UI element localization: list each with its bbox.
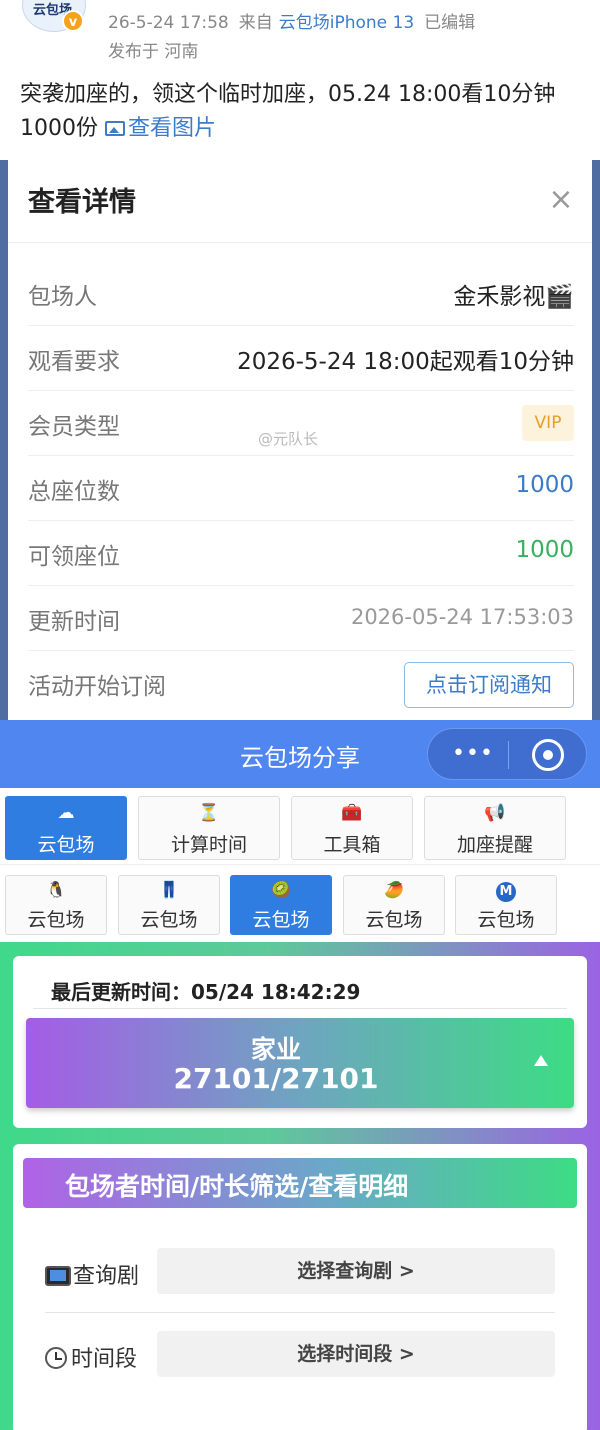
- tab-seat-reminder[interactable]: 📢 加座提醒: [424, 796, 566, 860]
- filter-divider: [45, 1312, 555, 1313]
- time-label-text: 时间段: [71, 1347, 138, 1372]
- post-datetime: 26-5-24 17:58: [108, 13, 229, 33]
- post-location: 发布于 河南: [108, 42, 199, 62]
- mini-app-bar: 云包场分享 •••: [0, 720, 600, 788]
- tab-label: 云包场: [27, 909, 85, 931]
- verified-badge-icon: v: [62, 10, 84, 32]
- modal-title: 查看详情: [28, 187, 136, 218]
- post-body-text: 突袭加座的，领这个临时加座，05.24 18:00看10分钟 1000份: [20, 82, 556, 141]
- kiwi-icon: 🥝: [271, 880, 291, 899]
- tab-label: 云包场: [477, 909, 535, 931]
- tab-calc-time[interactable]: ⏳ 计算时间: [138, 796, 280, 860]
- megaphone-icon: 📢: [484, 803, 506, 823]
- caret-up-icon[interactable]: [534, 1055, 548, 1066]
- clock-icon: [45, 1347, 67, 1369]
- stats-card: 最后更新时间：05/24 18:42:29 家业 27101/27101: [13, 956, 587, 1128]
- modal-backdrop-right: [592, 160, 600, 720]
- detail-label: 总座位数: [28, 479, 120, 505]
- select-time-button[interactable]: 选择时间段 >: [157, 1331, 555, 1377]
- detail-row-available-seats: 可领座位 1000: [28, 521, 574, 586]
- capsule-menu: •••: [427, 728, 587, 780]
- watermark: @元队长: [258, 430, 319, 448]
- select-drama-button[interactable]: 选择查询剧 >: [157, 1248, 555, 1294]
- tab-cloud[interactable]: ☁ 云包场: [5, 796, 127, 860]
- detail-row-organizer: 包场人 金禾影视🎬: [28, 261, 574, 326]
- filter-card: 包场者时间/时长筛选/查看明细 查询剧 选择查询剧 > 时间段 选择时间段 >: [13, 1144, 587, 1430]
- detail-label: 可领座位: [28, 544, 120, 570]
- last-updated-text: 最后更新时间：05/24 18:42:29: [51, 980, 361, 1004]
- vip-badge: VIP: [522, 405, 574, 441]
- detail-label: 更新时间: [28, 609, 120, 635]
- detail-label: 活动开始订阅: [28, 674, 166, 700]
- m-logo-text: M: [496, 882, 516, 902]
- time-filter-label: 时间段: [45, 1341, 137, 1373]
- view-image-link[interactable]: 查看图片: [105, 116, 216, 141]
- platform-tabs: 🐧 云包场 👖 云包场 🥝 云包场 🥭 云包场 M 云包场: [0, 864, 600, 942]
- detail-modal: 查看详情 × 包场人 金禾影视🎬 观看要求 2026-5-24 18:00起观看…: [8, 160, 592, 720]
- cloud-icon: ☁: [57, 803, 75, 823]
- detail-label: 包场人: [28, 284, 97, 310]
- platform-tab-kiwi[interactable]: 🥝 云包场: [230, 875, 332, 935]
- drama-label-text: 查询剧: [73, 1264, 140, 1289]
- updated-time-value: 2026-05-24 17:53:03: [350, 605, 574, 629]
- tab-label: 云包场: [252, 909, 310, 931]
- mango-icon: 🥭: [384, 880, 404, 899]
- post-source-device[interactable]: 云包场iPhone 13: [279, 13, 414, 33]
- jeans-icon: 👖: [159, 880, 179, 899]
- stat-summary-box[interactable]: 家业 27101/27101: [26, 1018, 574, 1108]
- requirement-value: 2026-5-24 18:00起观看10分钟: [237, 349, 574, 375]
- available-seats-value: 1000: [515, 537, 574, 563]
- tab-toolbox[interactable]: 🧰 工具箱: [291, 796, 413, 860]
- post-source-prefix: 来自: [238, 13, 273, 33]
- detail-label: 会员类型: [28, 414, 120, 440]
- more-icon[interactable]: •••: [452, 743, 494, 765]
- toolbox-icon: 🧰: [341, 803, 363, 823]
- post-meta: 26-5-24 17:58 来自 云包场iPhone 13 已编辑: [108, 8, 475, 33]
- view-image-label: 查看图片: [128, 116, 217, 141]
- detail-row-updated: 更新时间 2026-05-24 17:53:03: [28, 586, 574, 651]
- subscribe-button[interactable]: 点击订阅通知: [404, 662, 574, 708]
- post-edited: 已编辑: [424, 13, 476, 33]
- modal-divider: [8, 242, 592, 243]
- tab-label: 云包场: [365, 909, 423, 931]
- detail-row-requirement: 观看要求 2026-5-24 18:00起观看10分钟: [28, 326, 574, 391]
- main-tabs: ☁ 云包场 ⏳ 计算时间 🧰 工具箱 📢 加座提醒: [0, 788, 600, 864]
- tab-label: 工具箱: [323, 834, 381, 856]
- platform-tab-penguin[interactable]: 🐧 云包场: [5, 875, 107, 935]
- tv-icon: [45, 1266, 71, 1286]
- post-body: 突袭加座的，领这个临时加座，05.24 18:00看10分钟 1000份 查看图…: [20, 78, 590, 146]
- close-app-icon[interactable]: [532, 739, 564, 771]
- stat-count: 27101/27101: [173, 1062, 379, 1095]
- tab-label: 计算时间: [170, 834, 247, 856]
- penguin-icon: 🐧: [46, 880, 66, 899]
- stat-name: 家业: [250, 1035, 301, 1064]
- modal-backdrop-left: [0, 160, 8, 720]
- hourglass-icon: ⏳: [198, 803, 220, 823]
- drama-filter-label: 查询剧: [45, 1258, 139, 1290]
- detail-row-subscribe: 活动开始订阅 点击订阅通知: [28, 651, 574, 716]
- image-icon: [105, 121, 125, 136]
- m-logo-icon: M: [456, 881, 556, 902]
- tab-label: 云包场: [140, 909, 198, 931]
- tab-label: 加座提醒: [456, 834, 533, 856]
- filter-title: 包场者时间/时长筛选/查看明细: [65, 1172, 409, 1201]
- stats-divider: [33, 1008, 567, 1009]
- total-seats-value: 1000: [515, 472, 574, 498]
- filter-header: 包场者时间/时长筛选/查看明细: [23, 1158, 577, 1208]
- tab-label: 云包场: [37, 834, 95, 856]
- close-icon[interactable]: ×: [546, 185, 576, 216]
- capsule-divider: [508, 741, 509, 769]
- weibo-post: 云包场 v 26-5-24 17:58 来自 云包场iPhone 13 已编辑 发布于…: [0, 0, 600, 160]
- organizer-value: 金禾影视🎬: [453, 284, 574, 310]
- platform-tab-m[interactable]: M 云包场: [455, 875, 557, 935]
- platform-tab-mango[interactable]: 🥭 云包场: [343, 875, 445, 935]
- detail-row-total-seats: 总座位数 1000: [28, 456, 574, 521]
- platform-tab-jeans[interactable]: 👖 云包场: [118, 875, 220, 935]
- detail-label: 观看要求: [28, 349, 120, 375]
